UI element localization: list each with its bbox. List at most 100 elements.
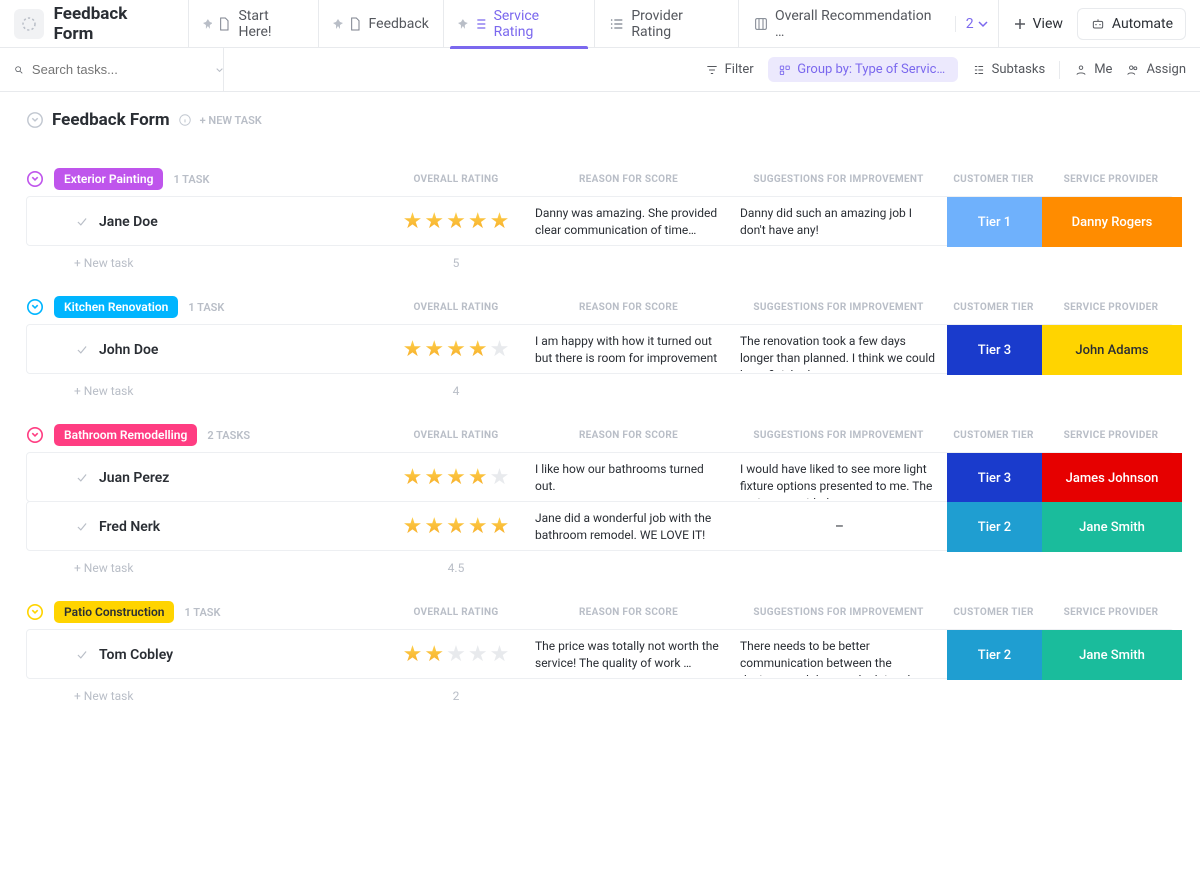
group-footer: + New task4 bbox=[26, 384, 1174, 398]
tier-badge[interactable]: Tier 3 bbox=[947, 325, 1042, 375]
board-icon bbox=[753, 16, 769, 32]
me-button[interactable]: Me bbox=[1074, 62, 1112, 77]
cell-reason[interactable]: The price was totally not worth the serv… bbox=[527, 634, 732, 676]
provider-badge[interactable]: Danny Rogers bbox=[1042, 197, 1182, 247]
task-name-cell[interactable]: Fred Nerk bbox=[27, 519, 387, 535]
group-by-pill[interactable]: Group by: Type of Service… bbox=[768, 57, 958, 82]
loading-icon bbox=[14, 9, 44, 39]
automate-button[interactable]: Automate bbox=[1077, 8, 1186, 40]
tab-overall-recommendation-[interactable]: Overall Recommendation … bbox=[738, 0, 955, 48]
col-tier: CUSTOMER TIER bbox=[946, 430, 1041, 441]
info-icon[interactable] bbox=[178, 113, 192, 127]
task-name-cell[interactable]: Tom Cobley bbox=[27, 647, 387, 663]
subtasks-button[interactable]: Subtasks bbox=[972, 62, 1046, 77]
task-name-cell[interactable]: Juan Perez bbox=[27, 470, 387, 486]
person-icon bbox=[1074, 63, 1088, 77]
list-header: Feedback Form + NEW TASK bbox=[0, 92, 1200, 142]
search-input[interactable] bbox=[32, 62, 208, 77]
task-name-cell[interactable]: Jane Doe bbox=[27, 214, 387, 230]
col-reason: REASON FOR SCORE bbox=[526, 607, 731, 618]
group-average: 4.5 bbox=[386, 561, 526, 575]
rating-stars bbox=[387, 211, 527, 233]
collapse-toggle[interactable] bbox=[26, 603, 44, 621]
list-icon bbox=[609, 16, 625, 32]
provider-badge[interactable]: Jane Smith bbox=[1042, 630, 1182, 680]
provider-badge[interactable]: Jane Smith bbox=[1042, 502, 1182, 552]
tier-badge[interactable]: Tier 3 bbox=[947, 453, 1042, 503]
cell-suggest[interactable]: Danny did such an amazing job I don't ha… bbox=[732, 201, 947, 243]
more-views-button[interactable]: 2 bbox=[955, 16, 998, 32]
status-circle-icon[interactable] bbox=[26, 111, 44, 129]
task-row[interactable]: Jane Doe Danny was amazing. She provided … bbox=[26, 196, 1174, 246]
tab-service-rating[interactable]: Service Rating bbox=[443, 0, 595, 48]
new-task-row[interactable]: + New task bbox=[26, 689, 386, 703]
task-row[interactable]: Tom Cobley The price was totally not wort… bbox=[26, 629, 1174, 679]
cell-suggest[interactable]: There needs to be better communication b… bbox=[732, 634, 947, 676]
group-icon bbox=[778, 63, 792, 77]
col-suggest: SUGGESTIONS FOR IMPROVEMENT bbox=[731, 302, 946, 313]
toolbar: Filter Group by: Type of Service… Subtas… bbox=[0, 48, 1200, 92]
filter-button[interactable]: Filter bbox=[705, 62, 754, 77]
group-tag[interactable]: Kitchen Renovation bbox=[54, 296, 178, 318]
more-views-count: 2 bbox=[966, 16, 974, 32]
new-task-row[interactable]: + New task bbox=[26, 256, 386, 270]
add-view-button[interactable]: View bbox=[998, 0, 1077, 48]
provider-badge[interactable]: John Adams bbox=[1042, 325, 1182, 375]
collapse-toggle[interactable] bbox=[26, 170, 44, 188]
col-provider: SERVICE PROVIDER bbox=[1041, 174, 1181, 185]
collapse-toggle[interactable] bbox=[26, 426, 44, 444]
group-tag[interactable]: Bathroom Remodelling bbox=[54, 424, 197, 446]
col-overall: OVERALL RATING bbox=[386, 607, 526, 618]
group-tag[interactable]: Patio Construction bbox=[54, 601, 174, 623]
search-box[interactable] bbox=[14, 48, 224, 92]
chevron-down-icon[interactable] bbox=[216, 65, 223, 75]
cell-reason[interactable]: Jane did a wonderful job with the bathro… bbox=[527, 506, 732, 548]
check-icon bbox=[75, 471, 89, 485]
new-task-row[interactable]: + New task bbox=[26, 384, 386, 398]
new-task-row[interactable]: + New task bbox=[26, 561, 386, 575]
pin-icon bbox=[203, 19, 213, 29]
check-icon bbox=[75, 343, 89, 357]
group-header: Bathroom Remodelling2 TASKSOVERALL RATIN… bbox=[26, 424, 1174, 446]
cell-suggest[interactable]: The renovation took a few days longer th… bbox=[732, 329, 947, 371]
task-name-cell[interactable]: John Doe bbox=[27, 342, 387, 358]
task-row[interactable]: John Doe I am happy with how it turned ou… bbox=[26, 324, 1174, 374]
tab-label: Provider Rating bbox=[631, 8, 724, 40]
col-provider: SERVICE PROVIDER bbox=[1041, 430, 1181, 441]
rating-stars bbox=[387, 644, 527, 666]
task-name: Fred Nerk bbox=[99, 519, 160, 535]
cell-reason[interactable]: Danny was amazing. She provided clear co… bbox=[527, 201, 732, 243]
tab-label: Start Here! bbox=[238, 8, 303, 40]
tab-start-here-[interactable]: Start Here! bbox=[188, 0, 318, 48]
group-container: Exterior Painting1 TASKOVERALL RATINGREA… bbox=[0, 168, 1200, 723]
tier-badge[interactable]: Tier 2 bbox=[947, 630, 1042, 680]
group-average: 5 bbox=[386, 256, 526, 270]
rating-stars bbox=[387, 339, 527, 361]
tier-badge[interactable]: Tier 2 bbox=[947, 502, 1042, 552]
filter-icon bbox=[705, 63, 719, 77]
tab-provider-rating[interactable]: Provider Rating bbox=[594, 0, 738, 48]
group-tag[interactable]: Exterior Painting bbox=[54, 168, 163, 190]
task-row[interactable]: Fred Nerk Jane did a wonderful job with t… bbox=[26, 501, 1174, 551]
group-footer: + New task4.5 bbox=[26, 561, 1174, 575]
cell-suggest[interactable]: I would have liked to see more light fix… bbox=[732, 457, 947, 499]
collapse-toggle[interactable] bbox=[26, 298, 44, 316]
assign-button[interactable]: Assign bbox=[1126, 62, 1186, 77]
tier-badge[interactable]: Tier 1 bbox=[947, 197, 1042, 247]
provider-badge[interactable]: James Johnson bbox=[1042, 453, 1182, 503]
cell-reason[interactable]: I am happy with how it turned out but th… bbox=[527, 329, 732, 371]
cell-reason[interactable]: I like how our bathrooms turned out. bbox=[527, 457, 732, 499]
col-reason: REASON FOR SCORE bbox=[526, 302, 731, 313]
col-provider: SERVICE PROVIDER bbox=[1041, 302, 1181, 313]
new-task-button[interactable]: + NEW TASK bbox=[200, 114, 262, 127]
pin-icon bbox=[458, 19, 468, 29]
view-tabs: Start Here! FeedbackService Rating Provide… bbox=[188, 0, 955, 48]
col-overall: OVERALL RATING bbox=[386, 174, 526, 185]
col-provider: SERVICE PROVIDER bbox=[1041, 607, 1181, 618]
task-row[interactable]: Juan Perez I like how our bathrooms turne… bbox=[26, 452, 1174, 502]
group-footer: + New task2 bbox=[26, 689, 1174, 703]
group-header: Patio Construction1 TASKOVERALL RATINGRE… bbox=[26, 601, 1174, 623]
task-name: Juan Perez bbox=[99, 470, 169, 486]
group-patio-construction: Patio Construction1 TASKOVERALL RATINGRE… bbox=[26, 601, 1174, 703]
tab-feedback[interactable]: Feedback bbox=[318, 0, 443, 48]
